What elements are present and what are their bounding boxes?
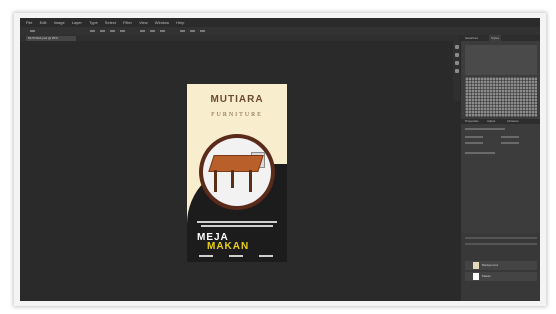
layer-row[interactable]: Background xyxy=(465,261,537,270)
align-icon[interactable] xyxy=(100,30,105,32)
footer-dash xyxy=(199,255,213,257)
table-leg xyxy=(249,170,252,192)
character-icon[interactable] xyxy=(454,61,459,65)
property-row xyxy=(465,152,495,154)
layer-row[interactable]: Makan xyxy=(465,272,537,281)
tab-swatches[interactable]: Swatches xyxy=(465,35,478,41)
history-icon[interactable] xyxy=(454,45,459,49)
property-row xyxy=(465,142,483,144)
divider-line xyxy=(201,225,273,227)
properties-panel-tabs: Properties Adjust Libraries xyxy=(461,119,540,124)
table-leg xyxy=(231,170,234,188)
divider-line xyxy=(197,221,277,223)
menu-view[interactable]: View xyxy=(139,18,148,27)
poster-subtitle: FURNITURE xyxy=(211,112,263,118)
align-icon[interactable] xyxy=(90,30,95,32)
menu-file[interactable]: File xyxy=(26,18,32,27)
tab-styles[interactable]: Styles xyxy=(489,35,502,41)
menu-filter[interactable]: Filter xyxy=(123,18,132,27)
align-icon[interactable] xyxy=(120,30,125,32)
color-fields[interactable] xyxy=(465,45,537,75)
layers-filter-bar[interactable] xyxy=(465,237,537,239)
footer-dash xyxy=(229,255,243,257)
right-panels: Swatches Styles Properties Adjust Librar… xyxy=(460,35,540,301)
menu-edit[interactable]: Edit xyxy=(40,18,47,27)
3d-mode-icon[interactable] xyxy=(190,30,195,32)
tab-libraries[interactable]: Libraries xyxy=(507,119,519,124)
paragraph-icon[interactable] xyxy=(454,69,459,73)
layer-thumbnail xyxy=(473,273,479,280)
table-leg xyxy=(214,170,217,192)
layers-blend-row[interactable] xyxy=(465,243,537,245)
layer-name: Background xyxy=(482,263,499,267)
distribute-icon[interactable] xyxy=(160,30,165,32)
property-row xyxy=(465,136,483,138)
options-bar xyxy=(20,27,540,35)
brush-panel-icon[interactable] xyxy=(454,53,459,57)
distribute-icon[interactable] xyxy=(150,30,155,32)
menu-image[interactable]: Image xyxy=(54,18,65,27)
distribute-icon[interactable] xyxy=(140,30,145,32)
swatch-grid[interactable] xyxy=(465,77,537,117)
3d-mode-icon[interactable] xyxy=(200,30,205,32)
layer-thumbnail xyxy=(473,262,479,269)
menu-help[interactable]: Help xyxy=(176,18,184,27)
property-row xyxy=(501,136,519,138)
poster-brand: MUTIARA xyxy=(210,94,264,105)
layer-name: Makan xyxy=(482,274,492,278)
property-row xyxy=(501,142,519,144)
3d-mode-icon[interactable] xyxy=(180,30,185,32)
poster-canvas: MUTIARA FURNITURE MEJA MAKAN xyxy=(187,84,287,262)
menu-window[interactable]: Window xyxy=(155,18,169,27)
swatches-panel-tabs: Swatches Styles xyxy=(461,35,540,41)
panel-icon-strip xyxy=(453,41,460,101)
poster-title-line2: MAKAN xyxy=(207,241,250,252)
footer-dash xyxy=(259,255,273,257)
align-icon[interactable] xyxy=(110,30,115,32)
menu-select[interactable]: Select xyxy=(105,18,116,27)
menu-type[interactable]: Type xyxy=(89,18,98,27)
menu-layer[interactable]: Layer xyxy=(72,18,82,27)
menu-bar: File Edit Image Layer Type Select Filter… xyxy=(20,18,540,27)
property-row xyxy=(465,128,505,130)
tab-properties[interactable]: Properties xyxy=(465,119,479,124)
layers-panel: Background Makan xyxy=(461,233,540,301)
tab-adjustments[interactable]: Adjust xyxy=(487,119,495,124)
move-tool-icon[interactable] xyxy=(30,30,35,32)
